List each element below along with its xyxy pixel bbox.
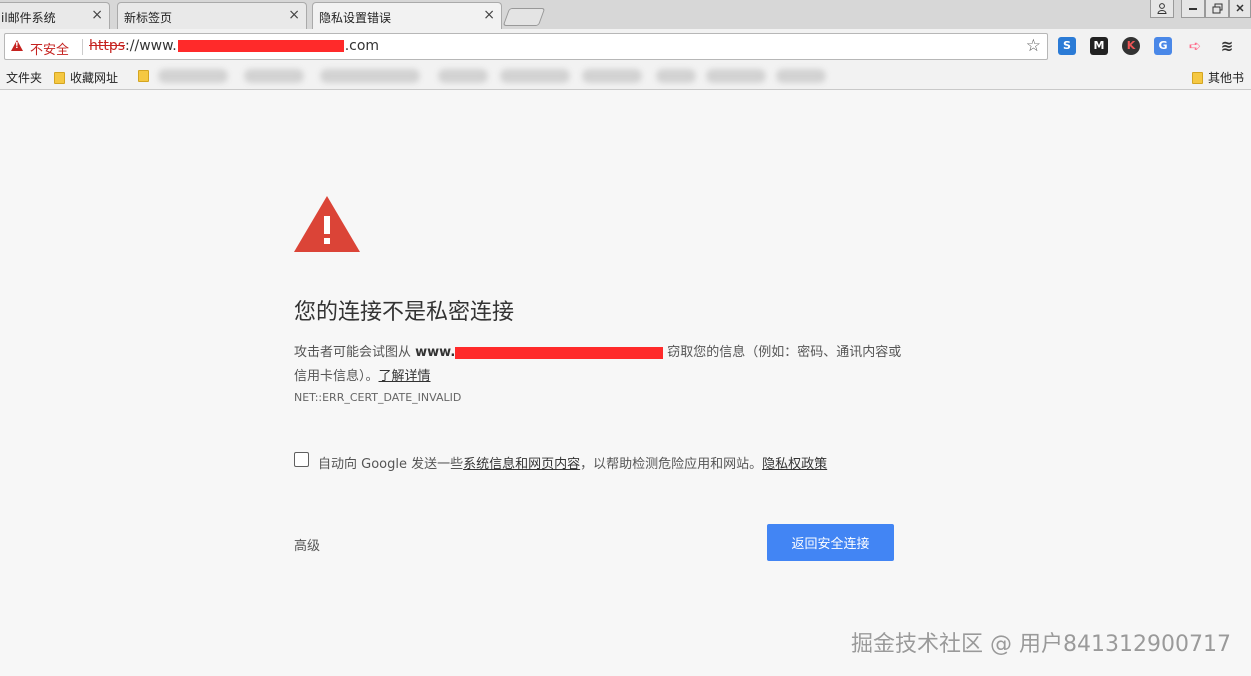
bookmark-favorites[interactable]: 收藏网址 [54, 69, 118, 86]
bookmark-apps[interactable]: 文件夹 [6, 69, 42, 86]
desc-domain: www. [415, 345, 456, 360]
send-report-checkbox[interactable] [294, 452, 309, 467]
new-tab-button[interactable] [502, 8, 546, 26]
close-icon[interactable]: × [288, 7, 300, 23]
url-text[interactable]: https://www. .com [89, 38, 379, 54]
url-scheme: https [89, 38, 126, 54]
tab-title: il邮件系统 [1, 11, 56, 25]
tab-new-tab[interactable]: 新标签页 × [117, 2, 307, 29]
page-title: 您的连接不是私密连接 [294, 300, 515, 325]
advanced-button[interactable]: 高级 [294, 535, 320, 554]
extension-m-icon[interactable]: M [1090, 37, 1108, 55]
star-icon[interactable]: ☆ [1026, 36, 1041, 56]
translate-icon[interactable]: G [1154, 37, 1172, 55]
extension-arrow-icon[interactable]: ➪ [1186, 37, 1204, 55]
back-to-safety-button[interactable]: 返回安全连接 [767, 524, 894, 561]
not-secure-icon[interactable] [11, 40, 23, 51]
blurred-bookmark[interactable] [776, 69, 826, 83]
folder-icon [138, 70, 149, 82]
error-description: 攻击者可能会试图从 www. 窃取您的信息（例如：密码、通讯内容或信用卡信息）。了… [294, 341, 904, 389]
security-indicator[interactable]: 不安全 [30, 39, 69, 58]
extension-k-icon[interactable]: K [1122, 37, 1140, 55]
tab-privacy-error[interactable]: 隐私设置错误 × [312, 2, 502, 30]
blurred-bookmark[interactable] [656, 69, 696, 83]
system-info-link[interactable]: 系统信息和网页内容 [463, 457, 580, 472]
warning-triangle-icon [294, 196, 360, 252]
user-icon[interactable] [1150, 0, 1174, 18]
domain-redaction [455, 346, 664, 359]
bookmark-label: 收藏网址 [70, 71, 119, 85]
blurred-bookmark[interactable] [244, 69, 304, 83]
checkbox-prefix: 自动向 Google 发送一些 [318, 457, 464, 472]
send-report-label: 自动向 Google 发送一些系统信息和网页内容，以帮助检测危险应用和网站。隐私… [318, 453, 827, 472]
error-code: NET::ERR_CERT_DATE_INVALID [294, 391, 462, 404]
window-close-icon[interactable] [1229, 0, 1251, 18]
divider [82, 39, 83, 55]
blurred-bookmark[interactable] [500, 69, 570, 83]
blurred-bookmark[interactable] [582, 69, 642, 83]
blurred-bookmark[interactable] [706, 69, 766, 83]
bookmark-label: 其他书 [1208, 71, 1245, 85]
tab-strip: il邮件系统 × 新标签页 × 隐私设置错误 × [0, 0, 1251, 30]
checkbox-middle: ，以帮助检测危险应用和网站。 [580, 457, 763, 472]
tab-title: 新标签页 [124, 11, 173, 25]
watermark: 掘金技术社区 @ 用户841312900717 [851, 632, 1231, 657]
extension-s-icon[interactable]: S [1058, 37, 1076, 55]
browser-toolbar: 不安全 https://www. .com ☆ S M K G ➪ ≋ [0, 29, 1251, 64]
restore-icon[interactable] [1205, 0, 1229, 18]
tab-title: 隐私设置错误 [319, 11, 392, 25]
tab-mail[interactable]: il邮件系统 × [0, 2, 110, 29]
privacy-policy-link[interactable]: 隐私权政策 [762, 457, 827, 472]
blurred-bookmark[interactable] [438, 69, 488, 83]
blurred-bookmark[interactable] [158, 69, 228, 83]
learn-more-link[interactable]: 了解详情 [379, 369, 431, 384]
folder-icon [1192, 72, 1203, 84]
close-icon[interactable]: × [91, 7, 103, 23]
desc-prefix: 攻击者可能会试图从 [294, 345, 416, 360]
bookmark-other[interactable]: 其他书 [1192, 69, 1244, 86]
url-prefix: ://www. [125, 38, 177, 54]
url-suffix: .com [344, 38, 380, 54]
minimize-icon[interactable] [1181, 0, 1205, 18]
bookmarks-bar: 文件夹 收藏网址 其他书 [0, 64, 1251, 90]
extension-wave-icon[interactable]: ≋ [1218, 37, 1236, 55]
url-redaction [177, 40, 344, 52]
blurred-bookmark[interactable] [320, 69, 420, 83]
bookmark-folder-blurred[interactable] [138, 69, 154, 83]
folder-icon [54, 72, 65, 84]
close-icon[interactable]: × [483, 7, 495, 23]
address-bar[interactable]: 不安全 https://www. .com ☆ [4, 33, 1048, 60]
